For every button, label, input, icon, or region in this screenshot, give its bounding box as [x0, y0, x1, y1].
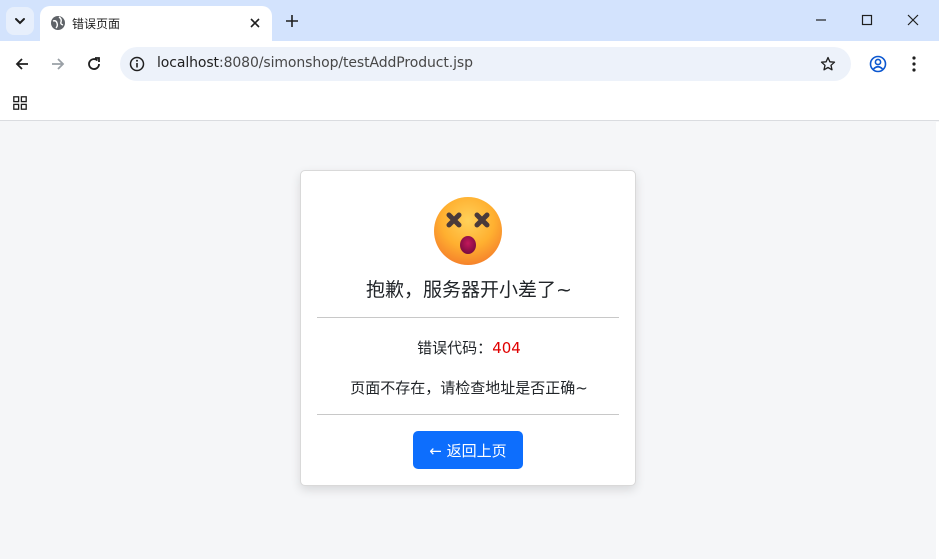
error-headline: 抱歉，服务器开小差了~: [366, 279, 572, 301]
arrow-right-icon: [52, 58, 65, 70]
tab-title: 错误页面: [72, 17, 121, 31]
tab-strip: 错误页面: [0, 0, 939, 41]
window-close-button[interactable]: [898, 6, 928, 34]
new-tab-button[interactable]: [280, 9, 304, 33]
maximize-icon: [861, 14, 873, 26]
browser-menu-button[interactable]: [902, 52, 926, 76]
back-button-label: ← 返回上页: [429, 441, 507, 460]
url-host: localhost: [157, 55, 219, 71]
maximize-button[interactable]: [852, 6, 882, 34]
globe-icon: [51, 16, 65, 30]
site-info-button[interactable]: [128, 55, 146, 73]
error-code-label: 错误代码：: [417, 339, 493, 357]
forward-button[interactable]: [46, 52, 70, 76]
profile-icon: [869, 55, 887, 73]
error-message: 页面不存在，请检查地址是否正确~: [350, 379, 588, 397]
kebab-menu-icon: [912, 56, 916, 72]
error-card: 抱歉，服务器开小差了~ 错误代码：404 页面不存在，请检查地址是否正确~ ← …: [300, 170, 636, 486]
tab-search-button[interactable]: [6, 7, 34, 35]
minimize-button[interactable]: [806, 6, 836, 34]
url-text[interactable]: localhost:8080/simonshop/testAddProduct.…: [157, 55, 473, 71]
page-viewport: 抱歉，服务器开小差了~ 错误代码：404 页面不存在，请检查地址是否正确~ ← …: [0, 122, 936, 559]
divider: [317, 317, 619, 318]
minimize-icon: [816, 19, 826, 21]
url-path: :8080/simonshop/testAddProduct.jsp: [218, 55, 473, 71]
apps-button[interactable]: [10, 93, 30, 113]
reload-icon: [88, 57, 100, 70]
chevron-down-icon: [15, 18, 25, 25]
back-to-previous-button[interactable]: ← 返回上页: [413, 431, 523, 469]
reload-button[interactable]: [82, 52, 106, 76]
browser-toolbar: localhost:8080/simonshop/testAddProduct.…: [0, 41, 939, 87]
active-tab[interactable]: 错误页面: [40, 6, 272, 41]
star-icon: [820, 56, 836, 71]
divider: [317, 414, 619, 415]
close-icon: [250, 18, 260, 28]
back-button[interactable]: [10, 52, 34, 76]
tab-close-button[interactable]: [246, 14, 264, 32]
arrow-left-icon: [15, 58, 28, 70]
apps-grid-icon: [13, 96, 27, 110]
bookmarks-bar: [0, 87, 939, 121]
close-icon: [907, 14, 919, 26]
address-bar[interactable]: localhost:8080/simonshop/testAddProduct.…: [120, 47, 851, 81]
profile-button[interactable]: [866, 52, 890, 76]
error-code-line: 错误代码：404: [301, 337, 637, 358]
error-code-value: 404: [492, 339, 521, 357]
dizzy-face-emoji-icon: [434, 197, 502, 265]
bookmark-button[interactable]: [819, 55, 837, 73]
plus-icon: [286, 15, 298, 27]
info-icon: [129, 56, 145, 72]
